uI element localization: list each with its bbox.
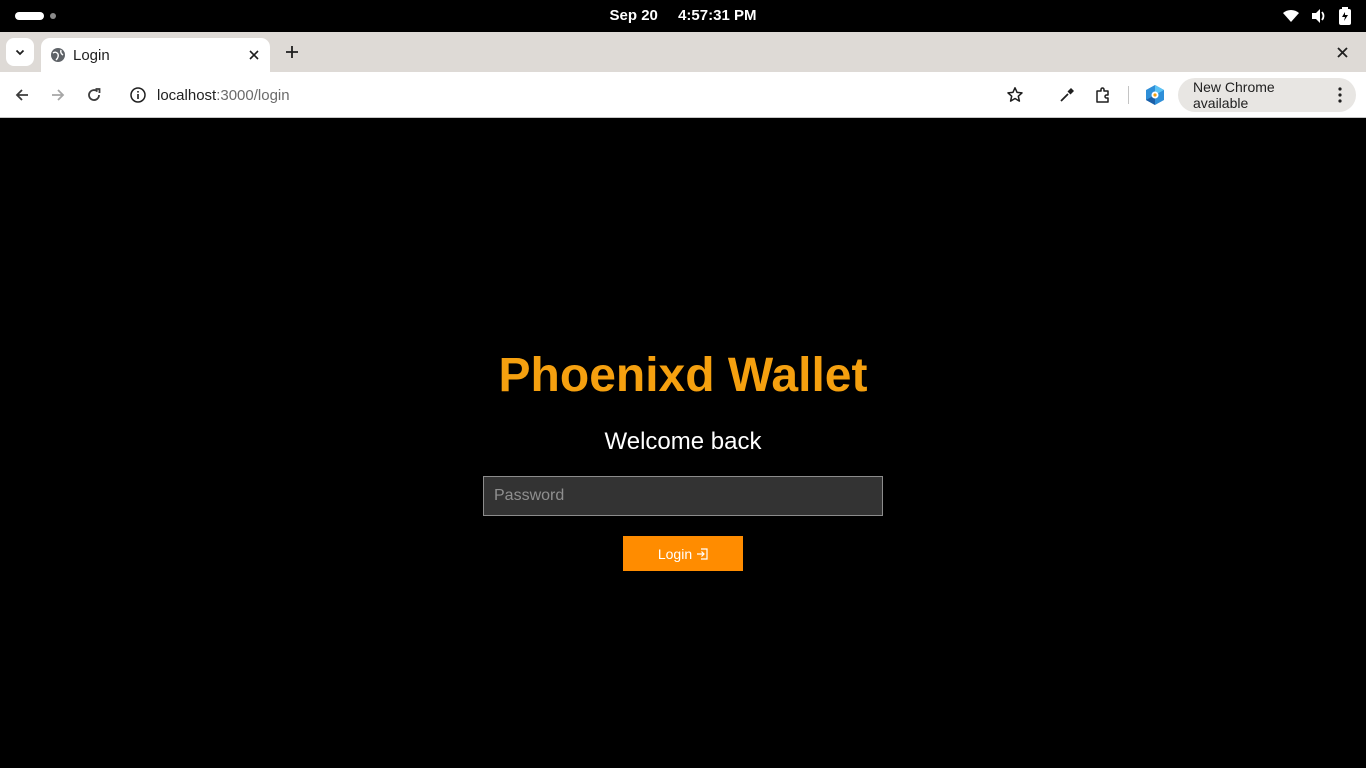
os-date: Sep 20 (609, 7, 658, 24)
reload-button[interactable] (80, 81, 108, 109)
profile-extension-button[interactable] (1141, 81, 1169, 109)
os-time: 4:57:31 PM (678, 7, 757, 24)
login-button[interactable]: Login (623, 536, 743, 571)
wifi-icon (1282, 8, 1300, 24)
close-icon (1336, 46, 1348, 58)
system-tray[interactable] (1282, 7, 1352, 25)
url-text[interactable]: localhost:3000/login (157, 87, 1005, 104)
plus-icon (286, 46, 298, 58)
tab-strip: Login (0, 32, 1366, 72)
browser-toolbar: localhost:3000/login New Chrome availabl… (0, 72, 1366, 118)
globe-icon (50, 47, 66, 63)
puzzle-icon (1096, 87, 1109, 103)
tab-search-button[interactable] (6, 38, 34, 66)
tab-title: Login (73, 46, 110, 64)
bookmark-star-icon[interactable] (1005, 85, 1025, 105)
kebab-menu-icon[interactable] (1330, 87, 1350, 103)
site-info-icon[interactable] (129, 86, 147, 104)
url-path: :3000/login (216, 86, 290, 104)
extensions-button[interactable] (1089, 81, 1117, 109)
reload-icon (88, 88, 101, 101)
os-clock[interactable]: Sep 20 4:57:31 PM (0, 7, 1366, 24)
update-chip-label: New Chrome available (1193, 79, 1275, 111)
os-top-bar: Sep 20 4:57:31 PM (0, 0, 1366, 32)
login-arrow-icon (697, 547, 708, 560)
colorful-extension-icon (1146, 85, 1164, 105)
back-button[interactable] (8, 81, 36, 109)
battery-icon (1338, 7, 1352, 25)
window-close-button[interactable] (1332, 42, 1352, 62)
eyedropper-icon (1060, 88, 1074, 102)
login-button-label: Login (657, 545, 693, 562)
address-bar[interactable]: localhost:3000/login (121, 78, 1039, 112)
tab-login[interactable]: Login (41, 38, 270, 72)
page-title: Phoenixd Wallet (498, 349, 868, 402)
volume-icon (1310, 8, 1328, 24)
new-chrome-available-button[interactable]: New Chrome available (1178, 78, 1356, 112)
new-tab-button[interactable] (280, 40, 304, 64)
eyedropper-extension-button[interactable] (1053, 81, 1081, 109)
toolbar-divider (1128, 86, 1129, 104)
arrow-left-icon (15, 89, 28, 101)
url-host: localhost (157, 86, 217, 104)
arrow-right-icon (52, 89, 65, 101)
welcome-text: Welcome back (604, 428, 762, 455)
page-content: Phoenixd Wallet Welcome back Login (0, 119, 1366, 768)
forward-button[interactable] (44, 81, 72, 109)
password-field[interactable] (483, 476, 883, 516)
chevron-down-icon (15, 49, 25, 56)
close-tab-icon[interactable] (244, 45, 264, 65)
